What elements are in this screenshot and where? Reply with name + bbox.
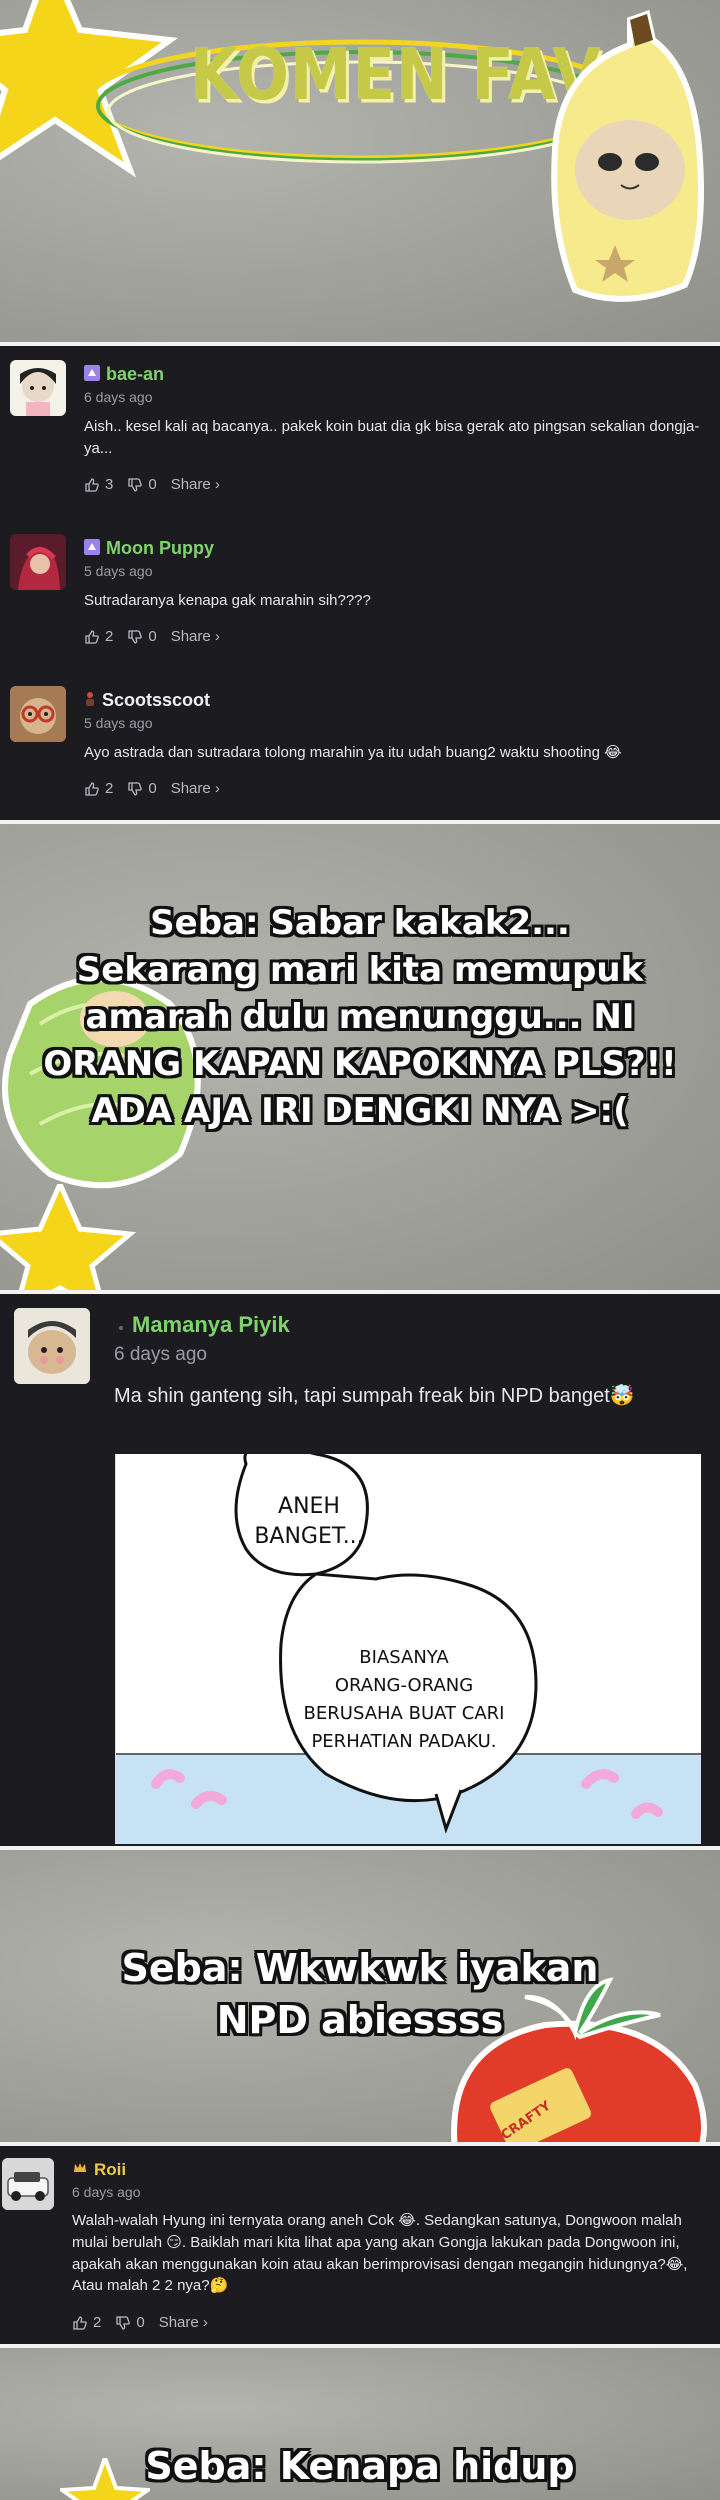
like-count: 3 <box>105 476 114 493</box>
dot-badge-icon <box>116 1313 126 1339</box>
avatar[interactable] <box>10 360 66 416</box>
comment-item: Roii 6 days ago Walah-walah Hyung ini te… <box>0 2146 720 2344</box>
comment-item: Scootsscoot 5 days ago Ayo astrada dan s… <box>0 672 720 820</box>
comment-item: Moon Puppy 5 days ago Sutradaranya kenap… <box>0 522 720 672</box>
comic-image[interactable]: ANEH BANGET... BIASANYA ORANG-ORANG BERU… <box>115 1454 701 1844</box>
dislike-count: 0 <box>148 476 157 493</box>
like-button[interactable]: 2 <box>84 628 113 645</box>
comment-time: 6 days ago <box>84 389 153 405</box>
bubble-line: ORANG-ORANG <box>334 1675 474 1696</box>
caption-line: Seba: Kenapa hidup <box>145 2444 575 2488</box>
caption-panel-2: CRAFTY Seba: Wkwkwk iyakan NPD abiessss <box>0 1850 720 2142</box>
banana-cat-sticker-icon <box>551 10 704 302</box>
comment-text: Sutradaranya kenapa gak marahin sih???? <box>84 592 371 609</box>
comment-actions: 2 0 Share › <box>72 2314 208 2331</box>
comment-time: 6 days ago <box>72 2184 141 2200</box>
thumbs-up-icon <box>73 2315 87 2330</box>
caption-line: Seba: Wkwkwk iyakan <box>121 1946 599 1990</box>
comment-time: 6 days ago <box>114 1344 207 1365</box>
thumbs-up-icon <box>85 781 99 796</box>
username[interactable]: bae-an <box>106 364 164 384</box>
like-button[interactable]: 2 <box>72 2314 101 2331</box>
comment-item: bae-an 6 days ago Aish.. kesel kali aq b… <box>0 346 720 506</box>
comment-text: Ayo astrada dan sutradara tolong marahin… <box>84 744 622 761</box>
share-button[interactable]: Share › <box>171 780 220 797</box>
caption-line: NPD abiessss <box>216 1998 504 2042</box>
dislike-button[interactable]: 0 <box>127 628 157 645</box>
comment-time: 5 days ago <box>84 715 153 731</box>
thumbs-down-icon <box>128 781 143 796</box>
comment-actions: 3 0 Share › <box>84 476 220 493</box>
like-count: 2 <box>105 780 114 797</box>
header-panel: KOMEN FAV <box>0 0 720 342</box>
comment-time: 5 days ago <box>84 563 153 579</box>
comment-text: Walah-walah Hyung ini ternyata orang ane… <box>72 2212 688 2295</box>
comment-text: Aish.. kesel kali aq bacanya.. pakek koi… <box>84 418 700 457</box>
caption-panel-1: Seba: Sabar kakak2... Sekarang mari kita… <box>0 824 720 1290</box>
thumbs-down-icon <box>128 629 143 644</box>
figure-badge-icon <box>84 691 96 712</box>
caption-line: Sekarang mari kita memupuk <box>76 950 644 990</box>
thumbs-up-icon <box>85 629 99 644</box>
speech-bubble-top: ANEH BANGET... <box>254 1492 364 1552</box>
thumbs-up-icon <box>85 477 99 492</box>
crown-badge-icon <box>72 2160 88 2181</box>
star-sticker-icon <box>0 1184 137 1290</box>
like-button[interactable]: 3 <box>84 476 113 493</box>
dislike-button[interactable]: 0 <box>127 780 157 797</box>
caption-text: Seba: Sabar kakak2... Sekarang mari kita… <box>0 900 720 1135</box>
avatar[interactable] <box>10 534 66 590</box>
share-button[interactable]: Share › <box>171 628 220 645</box>
comment-actions: 2 0 Share › <box>84 628 220 645</box>
avatar[interactable] <box>14 1308 90 1384</box>
username[interactable]: Moon Puppy <box>106 538 214 558</box>
like-count: 2 <box>105 628 114 645</box>
comment-text: Ma shin ganteng sih, tapi sumpah freak b… <box>114 1385 635 1407</box>
dislike-count: 0 <box>148 628 157 645</box>
bubble-line: ANEH <box>278 1494 340 1519</box>
caption-line: Seba: Sabar kakak2... <box>150 903 570 943</box>
bubble-line: BERUSAHA BUAT CARI <box>303 1703 505 1724</box>
bubble-line: BIASANYA <box>359 1647 449 1668</box>
avatar[interactable] <box>10 686 66 742</box>
share-button[interactable]: Share › <box>171 476 220 493</box>
dislike-button[interactable]: 0 <box>127 476 157 493</box>
like-button[interactable]: 2 <box>84 780 113 797</box>
thumbs-down-icon <box>128 477 143 492</box>
thumbs-down-icon <box>116 2315 131 2330</box>
like-count: 2 <box>93 2314 102 2331</box>
bubble-line: PERHATIAN PADAKU. <box>311 1731 497 1752</box>
comment-actions: 2 0 Share › <box>84 780 220 797</box>
caption-text: Seba: Wkwkwk iyakan NPD abiessss <box>0 1942 720 2046</box>
share-button[interactable]: Share › <box>159 2314 208 2331</box>
username[interactable]: Mamanya Piyik <box>132 1312 290 1337</box>
caption-line: ADA AJA IRI DENGKI NYA >:( <box>91 1091 629 1131</box>
purple-badge-icon <box>84 538 100 560</box>
caption-text: Seba: Kenapa hidup <box>0 2440 720 2492</box>
speech-bubble-bottom: BIASANYA ORANG-ORANG BERUSAHA BUAT CARI … <box>294 1644 514 1756</box>
username[interactable]: Roii <box>94 2160 126 2179</box>
dislike-count: 0 <box>136 2314 145 2331</box>
caption-line: amarah dulu menunggu... NI <box>85 997 635 1037</box>
dislike-button[interactable]: 0 <box>115 2314 145 2331</box>
dislike-count: 0 <box>148 780 157 797</box>
caption-panel-3: Seba: Kenapa hidup <box>0 2348 720 2500</box>
username[interactable]: Scootsscoot <box>102 690 210 710</box>
purple-badge-icon <box>84 364 100 386</box>
avatar[interactable] <box>2 2158 54 2210</box>
caption-line: ORANG KAPAN KAPOKNYA PLS?!! <box>43 1044 677 1084</box>
bubble-line: BANGET... <box>254 1524 364 1549</box>
